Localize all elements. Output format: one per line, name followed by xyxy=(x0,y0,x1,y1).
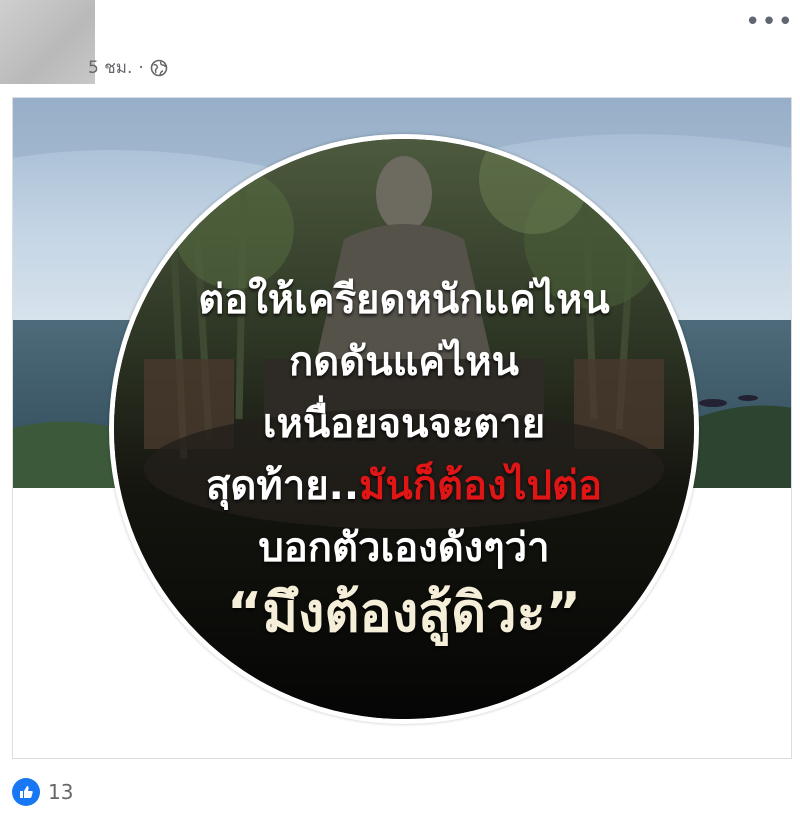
quote-line-4-white: สุดท้าย.. xyxy=(205,463,360,509)
quote-text: ต่อให้เครียดหนักแค่ไหน กดดันแค่ไหน เหนื่… xyxy=(114,139,694,719)
quote-line-1: ต่อให้เครียดหนักแค่ไหน xyxy=(198,277,610,323)
meta-separator: · xyxy=(138,57,144,78)
profile-frame: ต่อให้เครียดหนักแค่ไหน กดดันแค่ไหน เหนื่… xyxy=(109,134,699,724)
quote-image: ต่อให้เครียดหนักแค่ไหน กดดันแค่ไหน เหนื่… xyxy=(114,139,694,719)
quote-line-3: เหนื่อยจนจะตาย xyxy=(262,401,546,447)
blurred-avatar[interactable] xyxy=(0,0,95,84)
post-timestamp[interactable]: 5 ชม. xyxy=(88,54,132,81)
reaction-count[interactable]: 13 xyxy=(48,780,73,804)
like-icon[interactable] xyxy=(12,778,40,806)
quote-line-6: “มึงต้องสู้ดิวะ” xyxy=(226,581,582,644)
reaction-bar[interactable]: 13 xyxy=(12,778,73,806)
quote-line-2: กดดันแค่ไหน xyxy=(289,339,519,385)
post-header: 5 ชม. · ••• xyxy=(0,0,800,90)
shared-image[interactable]: ต่อให้เครียดหนักแค่ไหน กดดันแค่ไหน เหนื่… xyxy=(12,97,792,759)
globe-icon[interactable] xyxy=(150,59,168,77)
quote-line-4-red: มันก็ต้องไปต่อ xyxy=(359,463,602,509)
post-meta: 5 ชม. · xyxy=(88,54,168,81)
more-options-icon[interactable]: ••• xyxy=(745,9,794,35)
quote-line-4: สุดท้าย..มันก็ต้องไปต่อ xyxy=(114,453,694,517)
